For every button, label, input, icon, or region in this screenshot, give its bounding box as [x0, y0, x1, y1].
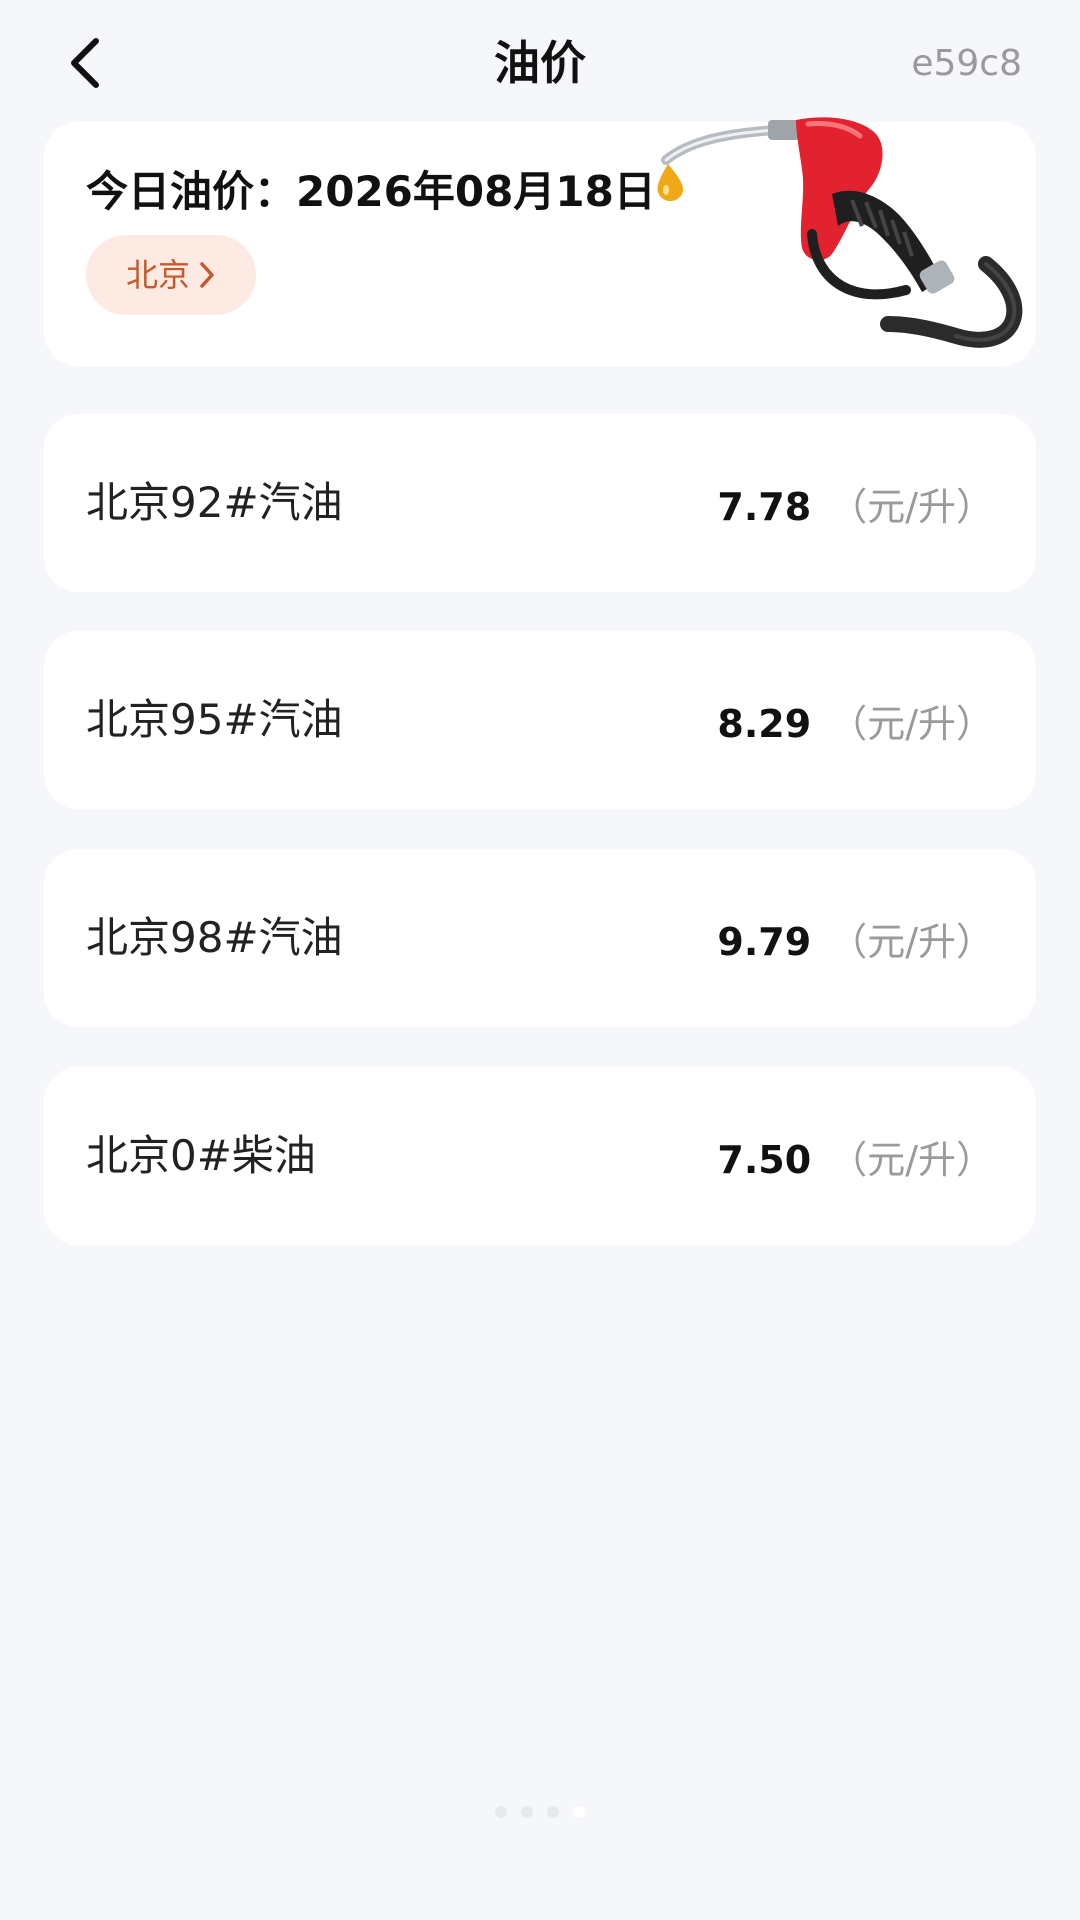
city-chip-label: 北京	[125, 256, 190, 294]
fuel-type-name: 北京95#汽油	[86, 695, 343, 744]
price-group: 7.78 （元/升）	[717, 476, 994, 531]
price-unit: （元/升）	[829, 1137, 994, 1182]
city-selector-chip[interactable]: 北京	[86, 235, 256, 315]
fuel-type-name: 北京0#柴油	[86, 1131, 316, 1180]
page-indicator	[0, 1806, 1080, 1818]
price-value: 7.50	[717, 1137, 812, 1182]
page-dot[interactable]	[495, 1806, 507, 1818]
price-group: 8.29 （元/升）	[717, 693, 994, 748]
price-group: 7.50 （元/升）	[717, 1129, 994, 1184]
top-bar: 油价 e59c8	[0, 0, 1080, 130]
chevron-right-icon	[200, 262, 214, 288]
today-price-date: 今日油价：2026年08月18日	[86, 167, 656, 216]
price-unit: （元/升）	[829, 484, 994, 529]
fuel-type-name: 北京98#汽油	[86, 913, 343, 962]
header-code: e59c8	[911, 43, 1022, 84]
page-dot[interactable]	[521, 1806, 533, 1818]
price-value: 9.79	[717, 919, 812, 964]
fuel-nozzle-icon	[657, 117, 1023, 348]
price-value: 7.78	[717, 484, 812, 529]
price-group: 9.79 （元/升）	[717, 911, 994, 966]
price-unit: （元/升）	[829, 701, 994, 746]
price-row-diesel-0[interactable]: 北京0#柴油 7.50 （元/升）	[44, 1067, 1036, 1245]
page-dot-active[interactable]	[573, 1806, 585, 1818]
fuel-type-name: 北京92#汽油	[86, 478, 343, 527]
price-row-95[interactable]: 北京95#汽油 8.29 （元/升）	[44, 631, 1036, 809]
date-card: 今日油价：2026年08月18日 北京	[44, 117, 1036, 366]
price-value: 8.29	[717, 701, 812, 746]
price-row-98[interactable]: 北京98#汽油 9.79 （元/升）	[44, 849, 1036, 1027]
price-unit: （元/升）	[829, 919, 994, 964]
price-row-92[interactable]: 北京92#汽油 7.78 （元/升）	[44, 414, 1036, 592]
page-dot[interactable]	[547, 1806, 559, 1818]
